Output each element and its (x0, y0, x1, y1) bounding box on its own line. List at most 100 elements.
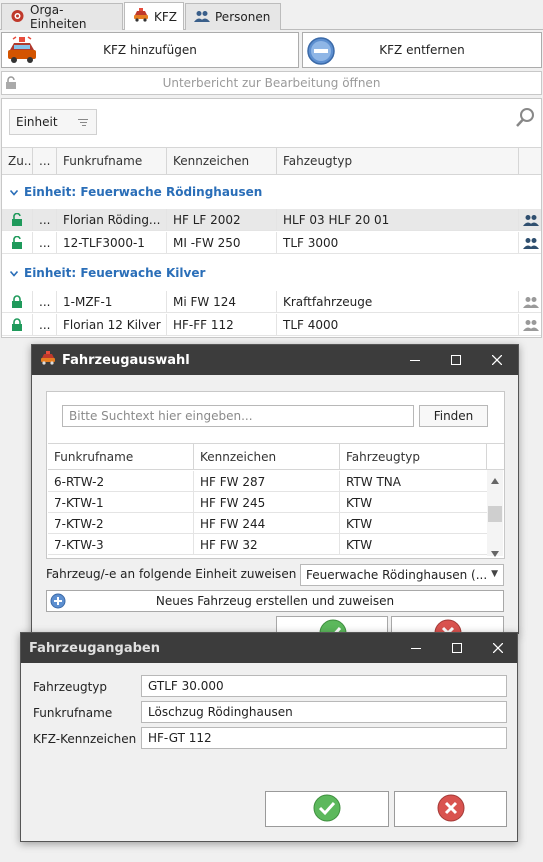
create-vehicle-button[interactable]: Neues Fahrzeug erstellen und zuweisen (46, 590, 504, 612)
add-vehicle-button[interactable]: KFZ hinzufügen (1, 32, 299, 68)
table-row[interactable]: ... 12-TLF3000-1 MI -FW 250 TLF 3000 (2, 232, 541, 254)
list-item[interactable]: 7-KTW-1 HF FW 245 KTW (48, 492, 487, 513)
column-header-fahzeugtyp[interactable]: Fahzeugtyp (277, 148, 519, 174)
close-icon[interactable] (478, 633, 518, 663)
cell-funkrufname: 7-KTW-3 (48, 534, 194, 555)
people-icon[interactable] (519, 314, 541, 336)
tab-label: KFZ (154, 9, 177, 24)
column-header-dots[interactable]: ... (33, 148, 57, 174)
unlock-icon (2, 209, 33, 231)
scroll-down-icon[interactable] (491, 546, 499, 560)
tab-label: Personen (215, 10, 271, 24)
people-icon[interactable] (519, 232, 541, 254)
column-header-fahrzeugtyp[interactable]: Fahrzeugtyp (340, 444, 487, 470)
lock-icon (2, 291, 33, 313)
minimize-icon[interactable] (396, 633, 436, 663)
field-label-fahrzeugtyp: Fahrzeugtyp (33, 680, 108, 694)
vehicle-details-dialog: Fahrzeugangaben Fahrzeugtyp GTLF 30.000 … (20, 632, 518, 842)
cancel-button[interactable] (394, 791, 507, 827)
cell-funkrufname: 1-MZF-1 (57, 291, 167, 313)
table-row[interactable]: ... Florian Röding... HF LF 2002 HLF 03 … (2, 209, 541, 231)
find-button[interactable]: Finden (419, 405, 488, 427)
open-subreport-label: Unterbericht zur Bearbeitung öffnen (162, 76, 381, 90)
group-by-label: Einheit (16, 115, 58, 129)
dialog-title: Fahrzeugangaben (29, 640, 160, 656)
open-subreport-button[interactable]: Unterbericht zur Bearbeitung öffnen (1, 71, 542, 95)
cell-funkrufname: 6-RTW-2 (48, 471, 194, 492)
chevron-down-icon (9, 185, 19, 199)
tab-personen[interactable]: Personen (185, 3, 281, 30)
field-label-kfz-kennzeichen: KFZ-Kennzeichen (33, 732, 137, 746)
search-icon[interactable] (514, 107, 536, 132)
unlock-icon (5, 76, 17, 93)
car-icon (40, 351, 56, 369)
vehicle-grid: Einheit Zu... ... Funkrufname Kennzeiche… (1, 98, 542, 338)
tab-kfz[interactable]: KFZ (124, 2, 184, 30)
chevron-down-icon (9, 266, 19, 280)
table-row[interactable]: ... 1-MZF-1 Mi FW 124 Kraftfahrzeuge (2, 291, 541, 313)
group-row[interactable]: Einheit: Feuerwache Kilver (2, 258, 541, 288)
cell-fahrzeugtyp: KTW (346, 516, 373, 531)
cell-funkrufname: 7-KTW-2 (48, 513, 194, 534)
group-title: Einheit: Feuerwache Rödinghausen (24, 185, 263, 199)
cell-fahrzeugtyp: RTW TNA (346, 474, 401, 489)
row-dots[interactable]: ... (33, 291, 57, 313)
field-label-funkrufname: Funkrufname (33, 706, 113, 720)
list-item[interactable]: 6-RTW-2 HF FW 287 RTW TNA (48, 471, 487, 492)
row-dots[interactable]: ... (33, 232, 57, 254)
row-dots[interactable]: ... (33, 314, 57, 336)
dialog-title: Fahrzeugauswahl (62, 352, 190, 368)
column-header-funkrufname[interactable]: Funkrufname (48, 444, 194, 470)
cell-kennzeichen: HF-FF 112 (167, 314, 277, 336)
people-icon[interactable] (519, 209, 541, 231)
column-header-zu[interactable]: Zu... (2, 148, 33, 174)
assign-unit-select[interactable]: Feuerwache Rödinghausen (... ▼ (300, 564, 504, 586)
maximize-icon[interactable] (437, 633, 477, 663)
maximize-icon[interactable] (436, 345, 476, 375)
column-header-kennzeichen[interactable]: Kennzeichen (167, 148, 277, 174)
list-item[interactable]: 7-KTW-3 HF FW 32 KTW (48, 534, 487, 555)
tab-orga-einheiten[interactable]: Orga-Einheiten (1, 3, 123, 31)
cell-funkrufname: 12-TLF3000-1 (57, 232, 167, 254)
remove-vehicle-button[interactable]: KFZ entfernen (302, 32, 542, 68)
checkmark-icon (313, 794, 341, 825)
ok-button[interactable] (265, 791, 389, 827)
table-row[interactable]: ... Florian 12 Kilver HF-FF 112 TLF 4000 (2, 314, 541, 336)
grid-header: Zu... ... Funkrufname Kennzeichen Fahzeu… (2, 147, 541, 175)
vehicle-list-header: Funkrufname Kennzeichen Fahrzeugtyp (48, 443, 504, 470)
vertical-scrollbar[interactable] (487, 470, 503, 557)
group-title: Einheit: Feuerwache Kilver (24, 266, 206, 280)
tab-bar: Orga-Einheiten KFZ Personen (0, 0, 543, 31)
search-input[interactable]: Bitte Suchtext hier eingeben... (62, 405, 414, 427)
add-vehicle-label: KFZ hinzufügen (103, 43, 197, 57)
lock-icon (2, 314, 33, 336)
sort-icon (78, 117, 88, 131)
group-row[interactable]: Einheit: Feuerwache Rödinghausen (2, 177, 541, 207)
tab-label: Orga-Einheiten (30, 3, 87, 31)
cell-kennzeichen: HF FW 244 (194, 513, 340, 534)
group-by-einheit-button[interactable]: Einheit (9, 109, 97, 135)
column-header-kennzeichen[interactable]: Kennzeichen (194, 444, 340, 470)
cell-kennzeichen: Mi FW 124 (167, 291, 277, 313)
list-item[interactable]: 7-KTW-2 HF FW 244 KTW (48, 513, 487, 534)
kfz-kennzeichen-field[interactable]: HF-GT 112 (141, 727, 507, 749)
scroll-up-icon[interactable] (491, 473, 499, 487)
column-header-funkrufname[interactable]: Funkrufname (57, 148, 167, 174)
fahrzeugtyp-field[interactable]: GTLF 30.000 (141, 675, 507, 697)
funkrufname-field[interactable]: Löschzug Rödinghausen (141, 701, 507, 723)
row-dots[interactable]: ... (33, 209, 57, 231)
people-icon[interactable] (519, 291, 541, 313)
cell-kennzeichen: HF FW 245 (194, 492, 340, 513)
cell-fahzeugtyp: TLF 3000 (277, 232, 519, 254)
minimize-icon[interactable] (395, 345, 435, 375)
people-icon (194, 10, 210, 25)
plus-circle-icon (50, 593, 66, 612)
vehicle-search-panel: Bitte Suchtext hier eingeben... Finden F… (46, 391, 505, 559)
remove-vehicle-label: KFZ entfernen (379, 43, 465, 57)
scrollbar-thumb[interactable] (488, 506, 502, 522)
cell-kennzeichen: HF FW 32 (194, 534, 340, 555)
assign-unit-label: Fahrzeug/-e an folgende Einheit zuweisen (46, 567, 297, 581)
close-icon[interactable] (477, 345, 517, 375)
cell-kennzeichen: MI -FW 250 (167, 232, 277, 254)
car-icon (133, 8, 149, 25)
